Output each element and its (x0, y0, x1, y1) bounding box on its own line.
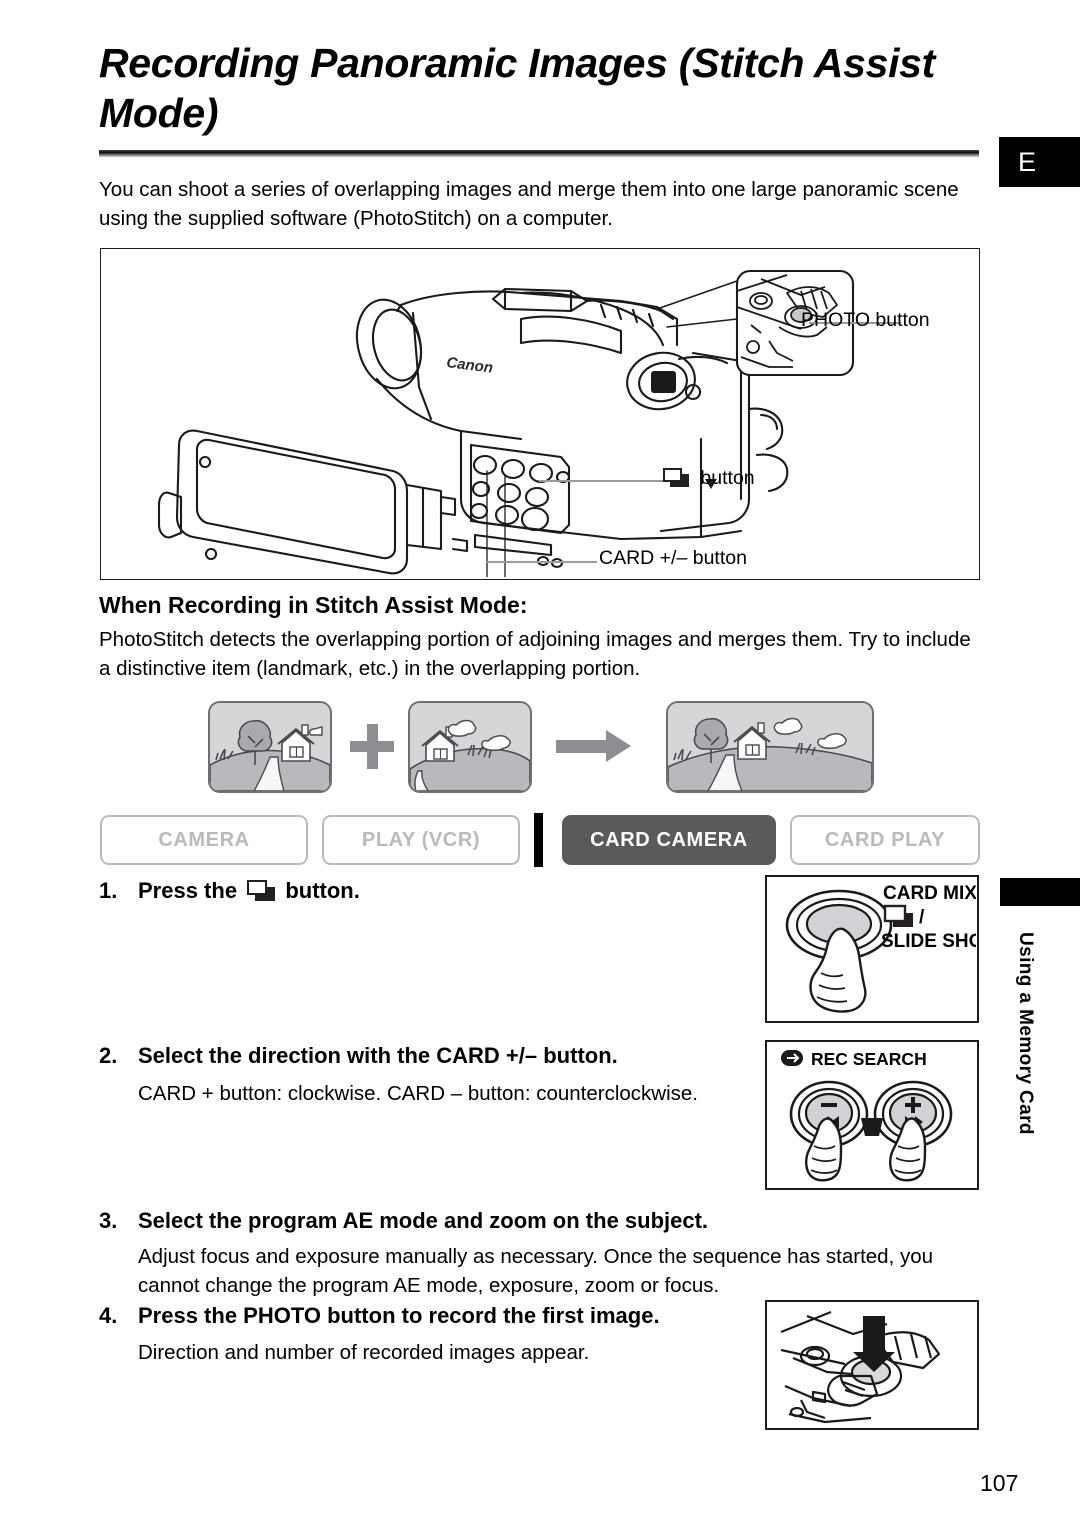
photo-press-drawing (767, 1302, 976, 1427)
arrow-operator (556, 730, 634, 762)
step-4-number: 4. (99, 1303, 118, 1328)
language-tab: E (999, 137, 1080, 187)
stitch-scene-middle (410, 703, 530, 791)
step-2-title: Select the direction with the CARD +/– b… (138, 1043, 618, 1068)
plus-operator (350, 724, 394, 769)
illustration-photo-press (765, 1300, 979, 1430)
callout-photo-button: PHOTO button (801, 309, 930, 332)
camcorder-illustration: Canon (157, 269, 855, 577)
mode-camera[interactable]: CAMERA (100, 815, 308, 865)
mode-play-vcr[interactable]: PLAY (VCR) (322, 815, 520, 865)
arrow-head (606, 730, 631, 762)
step-3-number: 3. (99, 1208, 118, 1233)
title-rule (99, 150, 979, 157)
side-tab-label: Using a Memory Card (1015, 931, 1036, 1135)
illustration-rec-search: REC SEARCH (765, 1040, 979, 1190)
step-3-body: Adjust focus and exposure manually as ne… (138, 1245, 934, 1297)
step-3-title: Select the program AE mode and zoom on t… (138, 1208, 709, 1233)
section-body: PhotoStitch detects the overlapping port… (99, 628, 971, 680)
rec-search-label: REC SEARCH (811, 1049, 927, 1069)
step-2-body: CARD + button: clockwise. CARD – button:… (138, 1082, 698, 1105)
mode-card-camera[interactable]: CARD CAMERA (562, 815, 776, 865)
step-1-title-before: Press the (138, 878, 238, 903)
stitch-scene-left (210, 703, 330, 791)
side-tab-bar (1000, 878, 1080, 906)
card-mix-icon (663, 468, 689, 487)
callout-cardmix-label: button (700, 467, 755, 489)
page-number: 107 (980, 1470, 1019, 1496)
stitch-scene-result (668, 703, 872, 791)
stitch-panel-left (208, 701, 332, 793)
manual-page: Recording Panoramic Images (Stitch Assis… (0, 0, 1080, 1534)
step-1-title: Press the button. (138, 878, 360, 904)
mode-play-vcr-label: PLAY (VCR) (361, 828, 481, 851)
callout-cardpm-label: CARD +/– button (599, 547, 747, 569)
card-mix-label-slash: / (919, 907, 925, 928)
section-heading: When Recording in Stitch Assist Mode: (99, 592, 528, 618)
stitch-panel-middle (408, 701, 532, 793)
callout-cardpm-button: CARD +/– button (599, 547, 747, 570)
svg-text:Canon: Canon (446, 354, 494, 377)
callout-photo-label: PHOTO button (801, 309, 930, 331)
cardmix-leader-line (539, 480, 663, 482)
stitch-panel-result (666, 701, 874, 793)
card-mix-button-drawing: CARD MIX/ / SLIDE SHOW (767, 877, 976, 1020)
mode-camera-label: CAMERA (158, 828, 250, 851)
card-mix-label-line3: SLIDE SHOW (881, 931, 976, 952)
mode-divider (534, 813, 543, 867)
step-4-body: Direction and number of recorded images … (138, 1341, 590, 1364)
card-mix-icon (247, 880, 276, 901)
mode-card-play[interactable]: CARD PLAY (790, 815, 980, 865)
step-4-title: Press the PHOTO button to record the fir… (138, 1303, 660, 1328)
card-mix-label-line1: CARD MIX/ (883, 883, 976, 904)
step-2-number: 2. (99, 1043, 118, 1068)
mode-card-play-label: CARD PLAY (824, 828, 946, 851)
step-1-title-after: button. (285, 878, 360, 903)
cardpm-leader-line (487, 561, 597, 563)
callout-cardmix-button: button (663, 467, 755, 490)
step-1-number: 1. (99, 878, 118, 903)
camcorder-figure: Canon PHOTO button button CARD +/– butto… (100, 248, 980, 580)
intro-paragraph: You can shoot a series of overlapping im… (99, 178, 959, 230)
mode-card-camera-label: CARD CAMERA (590, 828, 748, 851)
illustration-card-mix-button: CARD MIX/ / SLIDE SHOW (765, 875, 979, 1023)
rec-search-drawing: REC SEARCH (767, 1042, 976, 1187)
page-title: Recording Panoramic Images (Stitch Assis… (99, 40, 936, 137)
arrow-shaft (556, 740, 610, 753)
mode-bar: CAMERA PLAY (VCR) CARD CAMERA CARD PLAY (100, 813, 980, 867)
